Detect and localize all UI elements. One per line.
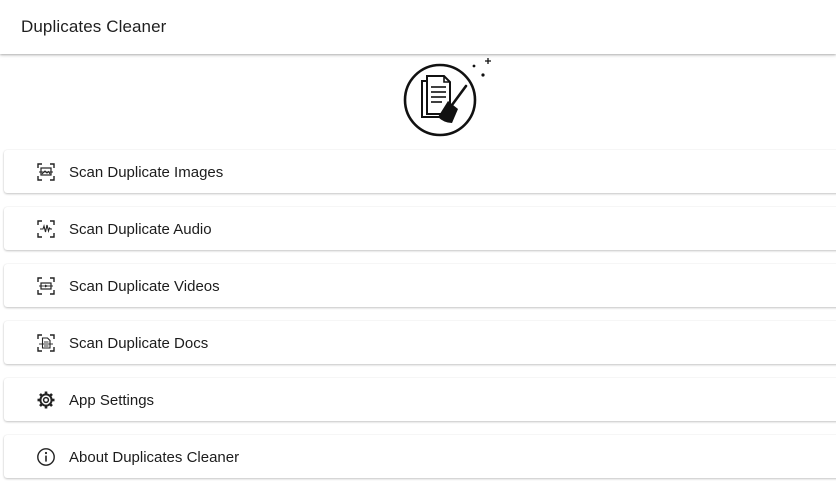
document-broom-icon	[403, 58, 491, 137]
menu-list: Scan Duplicate Images Scan Duplicate Aud…	[4, 150, 836, 492]
scan-docs-label: Scan Duplicate Docs	[69, 335, 209, 352]
app-settings-button[interactable]: App Settings	[4, 378, 836, 421]
scan-docs-button[interactable]: Scan Duplicate Docs	[4, 321, 836, 364]
scan-video-icon	[37, 277, 55, 295]
scan-image-icon	[37, 163, 55, 181]
scan-videos-button[interactable]: Scan Duplicate Videos	[4, 264, 836, 307]
app-title: Duplicates Cleaner	[21, 17, 167, 36]
scan-document-icon	[37, 334, 55, 352]
about-button[interactable]: About Duplicates Cleaner	[4, 435, 836, 478]
app-logo	[398, 57, 498, 141]
scan-audio-label: Scan Duplicate Audio	[69, 221, 212, 238]
about-label: About Duplicates Cleaner	[69, 449, 240, 466]
scan-images-label: Scan Duplicate Images	[69, 164, 224, 181]
app-bar: Duplicates Cleaner	[0, 0, 836, 54]
info-icon	[37, 448, 55, 466]
scan-audio-icon	[37, 220, 55, 238]
scan-images-button[interactable]: Scan Duplicate Images	[4, 150, 836, 193]
scan-audio-button[interactable]: Scan Duplicate Audio	[4, 207, 836, 250]
app-settings-label: App Settings	[69, 392, 155, 409]
scan-videos-label: Scan Duplicate Videos	[69, 278, 220, 295]
gear-icon	[37, 391, 55, 409]
